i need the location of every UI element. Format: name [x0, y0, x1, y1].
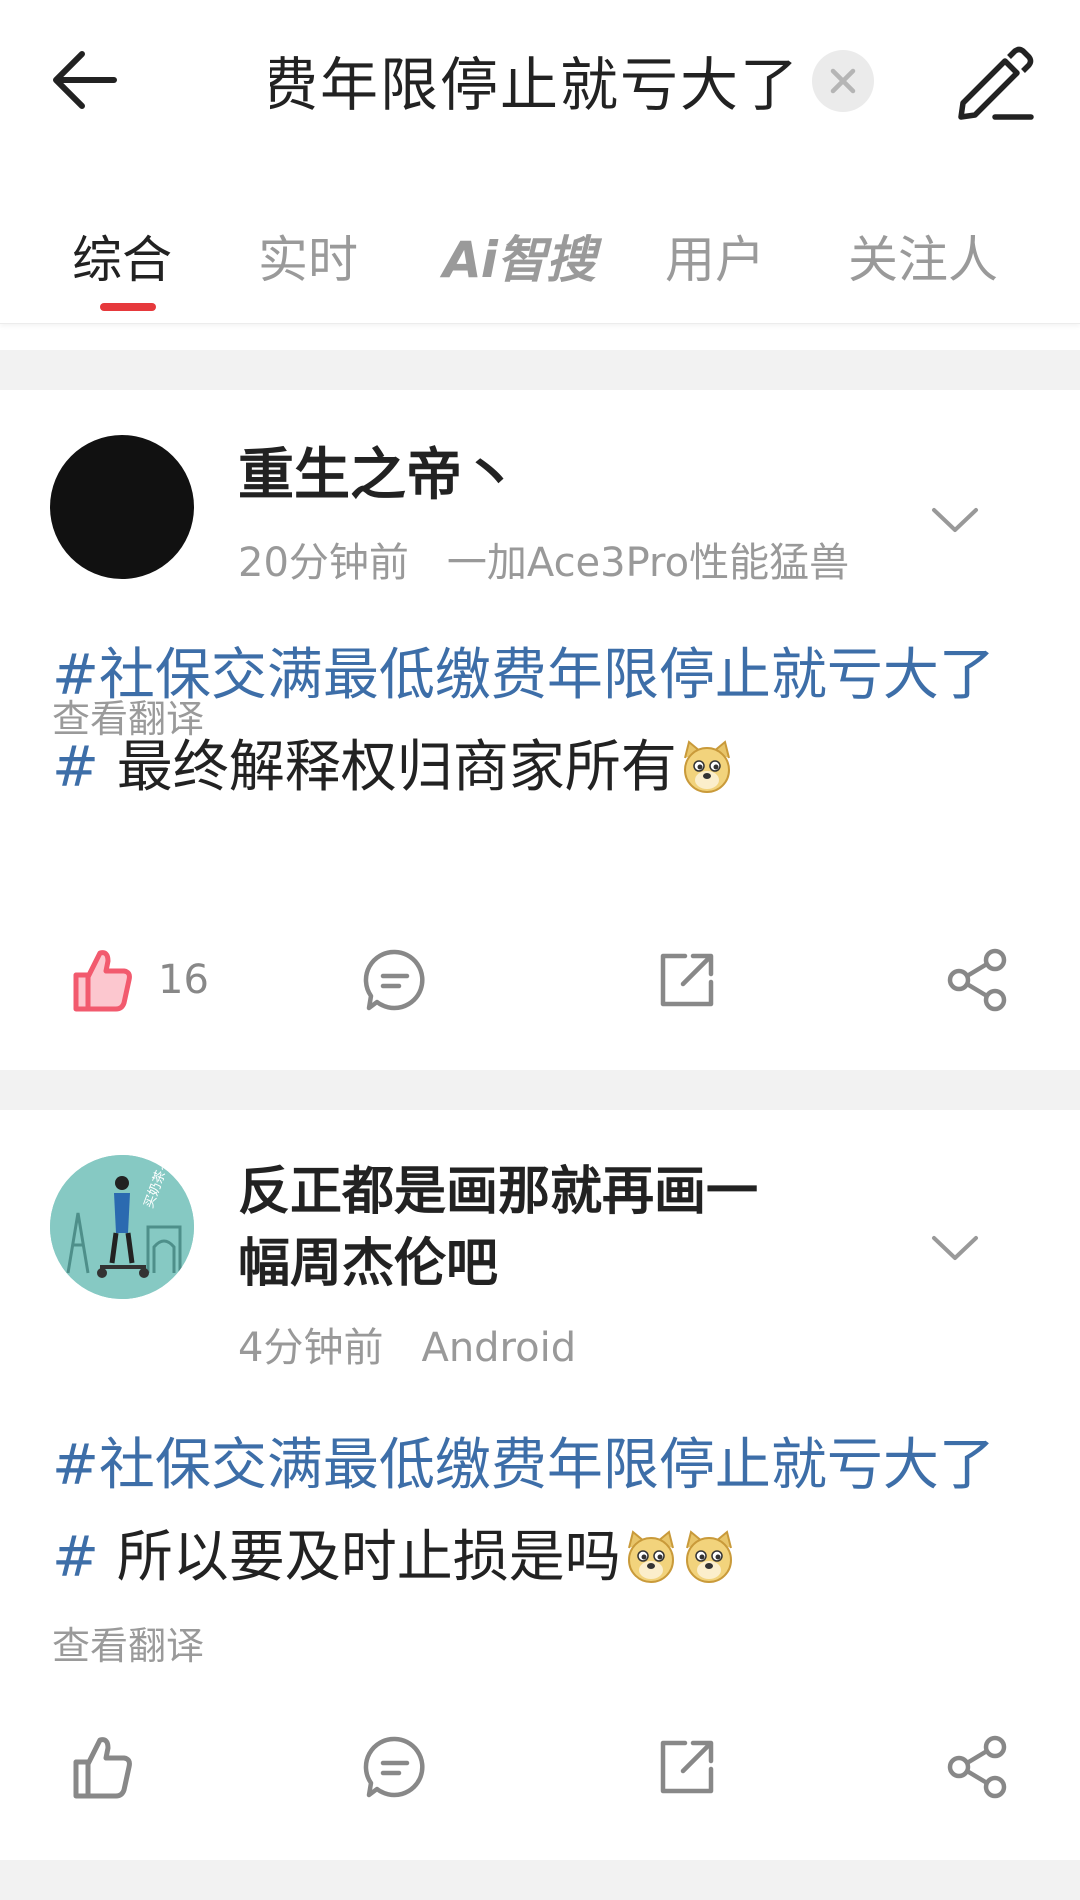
external-share-icon: [660, 1740, 714, 1794]
tab-realtime[interactable]: 实时: [258, 220, 358, 292]
post-time: 4分钟前: [238, 1325, 384, 1371]
share-nodes-icon: [947, 948, 1007, 1012]
avatar[interactable]: 买奶茶~: [50, 1155, 194, 1299]
post-meta: 4分钟前 Android: [238, 1315, 576, 1373]
avatar-illustration-icon: 买奶茶~: [50, 1155, 194, 1299]
comment-button[interactable]: [363, 925, 427, 1035]
tab-following[interactable]: 关注人: [848, 220, 998, 292]
chevron-down-icon[interactable]: [930, 500, 980, 540]
share-button[interactable]: [945, 925, 1011, 1035]
search-query-text: 社保交满最低缴费年限停止就亏大了: [270, 51, 800, 119]
repost-button[interactable]: [655, 1712, 719, 1822]
post-device: Android: [421, 1325, 577, 1371]
tab-users[interactable]: 用户: [665, 220, 765, 292]
share-button[interactable]: [945, 1712, 1011, 1822]
thumbs-up-icon: [73, 950, 132, 1012]
doge-emoji-icon: [685, 1530, 732, 1583]
top-bar: 社保交满最低缴费年限停止就亏大了: [0, 0, 1080, 165]
comment-icon: [363, 1736, 425, 1798]
repost-button[interactable]: [655, 925, 719, 1035]
tab-comprehensive[interactable]: 综合: [72, 220, 172, 292]
close-icon: [830, 68, 856, 94]
section-divider: [0, 1860, 1080, 1900]
post-username[interactable]: 重生之帝丶: [238, 440, 518, 512]
clear-search-button[interactable]: [812, 50, 874, 112]
like-button[interactable]: [70, 1712, 158, 1822]
like-count: 16: [158, 957, 209, 1003]
share-nodes-icon: [947, 1735, 1007, 1799]
doge-emoji-icon: [683, 740, 730, 793]
post-content: #社保交满最低缴费年限停止就亏大了# 所以要及时止损是吗: [52, 1420, 1022, 1604]
pencil-icon: [958, 46, 1034, 120]
search-input[interactable]: 社保交满最低缴费年限停止就亏大了: [270, 40, 800, 120]
back-button[interactable]: [52, 40, 162, 120]
external-share-icon: [660, 953, 714, 1007]
doge-emoji-icon: [627, 1530, 674, 1583]
comment-button[interactable]: [363, 1712, 427, 1822]
post-text: 最终解释权归商家所有: [98, 735, 677, 800]
post-card[interactable]: 重生之帝丶 20分钟前 一加Ace3Pro性能猛兽 #社保交满最低缴费年限停止就亏…: [0, 390, 1080, 1070]
view-translation-link[interactable]: 查看翻译: [52, 1615, 204, 1670]
thumbs-up-icon: [73, 1737, 132, 1799]
compose-button[interactable]: [950, 38, 1040, 128]
post-meta: 20分钟前 一加Ace3Pro性能猛兽: [238, 530, 849, 588]
arrow-left-icon: [53, 51, 117, 109]
tab-ai-search[interactable]: Ai智搜: [443, 220, 596, 292]
avatar[interactable]: [50, 435, 194, 579]
active-tab-indicator: [100, 303, 156, 311]
post-card[interactable]: 买奶茶~ 反正都是画那就再画一幅周杰伦吧 4分钟前 Android #社保交满最低…: [0, 1110, 1080, 1860]
post-text: 所以要及时止损是吗: [98, 1525, 621, 1590]
chevron-down-icon[interactable]: [930, 1228, 980, 1268]
post-actions: 16: [0, 925, 1080, 1035]
comment-icon: [363, 949, 425, 1011]
like-button[interactable]: 16: [70, 925, 209, 1035]
section-divider: [0, 1070, 1080, 1110]
search-tabs: 综合 实时 Ai智搜 用户 关注人: [0, 200, 1080, 324]
section-divider: [0, 350, 1080, 390]
post-username[interactable]: 反正都是画那就再画一幅周杰伦吧: [238, 1156, 798, 1300]
view-translation-link[interactable]: 查看翻译: [52, 688, 204, 743]
post-actions: [0, 1712, 1080, 1822]
post-time: 20分钟前: [238, 540, 409, 586]
post-device: 一加Ace3Pro性能猛兽: [446, 540, 850, 586]
